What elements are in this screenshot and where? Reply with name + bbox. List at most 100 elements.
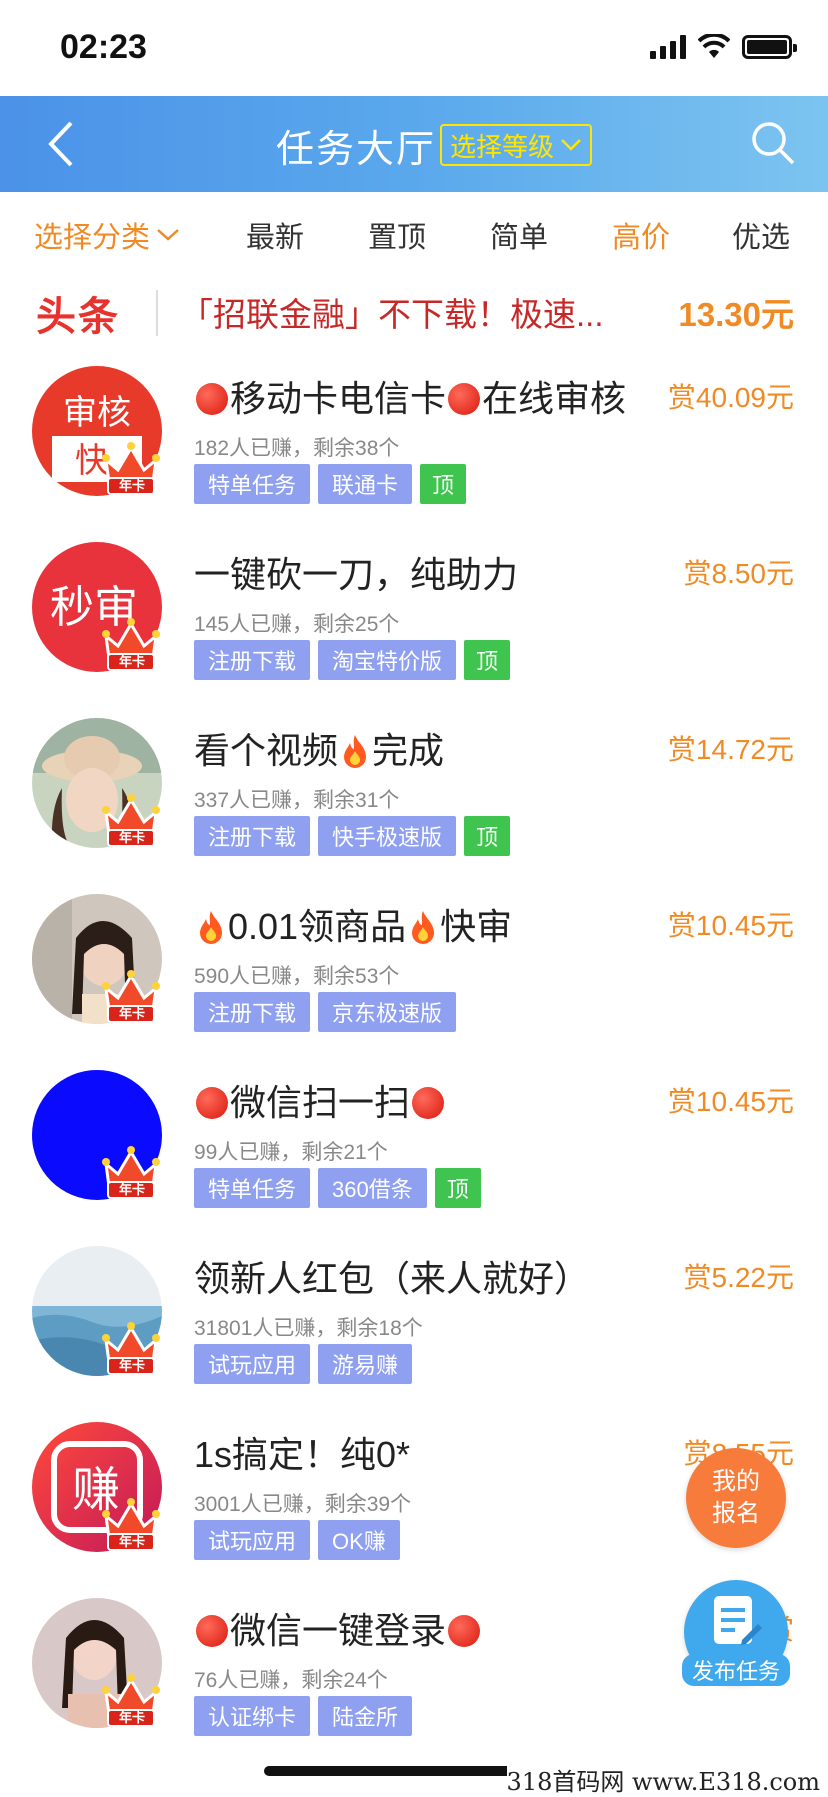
crown-badge-label: 年卡 xyxy=(118,478,145,493)
tab-pinned[interactable]: 置顶 xyxy=(368,214,426,256)
task-title: 一键砍一刀，纯助力 xyxy=(194,546,518,598)
task-item[interactable]: 年卡 0.01领商品 快审 赏10.45元 590人已赚，剩余53个注册下载 京东极速版 xyxy=(0,874,828,1050)
task-title-text: 领新人红包（来人就好） xyxy=(194,1258,591,1299)
task-reward: 赏40.09元 xyxy=(667,382,794,413)
task-title-text: 看个视频 xyxy=(194,730,339,771)
task-tag: 特单任务 xyxy=(194,1168,311,1208)
crown-badge-icon: 年卡 xyxy=(100,790,162,852)
task-reward: 赏10.45元 xyxy=(667,1086,794,1117)
document-edit-icon xyxy=(714,1596,762,1645)
task-tags: 试玩应用 OK赚 xyxy=(194,1520,400,1560)
task-title-text: 微信扫一扫 xyxy=(230,1082,411,1123)
crown-badge-icon: 年卡 xyxy=(100,438,162,500)
task-stats: 590人已赚，剩余53个 xyxy=(194,965,400,988)
publish-task-label: 发布任务 xyxy=(682,1654,790,1686)
red-dot-icon xyxy=(448,383,481,415)
tab-category-label: 选择分类 xyxy=(34,222,151,254)
tab-category[interactable]: 选择分类 xyxy=(34,214,180,256)
crown-badge-icon: 年卡 xyxy=(100,1318,162,1380)
pinned-badge: 顶 xyxy=(464,640,511,680)
task-tag: 京东极速版 xyxy=(318,992,457,1032)
task-title-text: 移动卡电信卡 xyxy=(230,378,447,419)
task-stats: 337人已赚，剩余31个 xyxy=(194,789,400,812)
headline-tag: 头条 xyxy=(36,295,120,339)
red-dot-icon xyxy=(196,1615,228,1647)
task-title: 看个视频 完成 xyxy=(194,722,444,774)
headline-text: 「招联金融」不下载！极速... xyxy=(180,296,604,333)
nav-bar: 任务大厅 选择等级 xyxy=(0,96,828,192)
task-tags: 注册下载 淘宝特价版顶 xyxy=(194,640,511,680)
chevron-down-icon xyxy=(561,139,581,151)
task-title-text: 微信一键登录 xyxy=(230,1610,447,1651)
task-title-text: 快审 xyxy=(440,906,513,947)
task-title: 0.01领商品 快审 xyxy=(194,898,512,950)
tab-high-price[interactable]: 高价 xyxy=(612,214,670,256)
crown-badge-icon: 年卡 xyxy=(100,966,162,1028)
task-title-text: 0.01领商品 xyxy=(228,906,407,947)
task-stats: 3001人已赚，剩余39个 xyxy=(194,1493,412,1516)
task-tag: OK赚 xyxy=(318,1520,400,1560)
search-icon[interactable] xyxy=(748,118,798,168)
my-signup-button[interactable]: 我的 报名 xyxy=(686,1448,786,1548)
crown-badge-label: 年卡 xyxy=(118,1358,145,1373)
task-item[interactable]: 秒审 年卡 一键砍一刀，纯助力 赏8.50元 145人已赚，剩余25个 注册下载 淘宝特价版… xyxy=(0,522,828,698)
task-stats: 145人已赚，剩余25个 xyxy=(194,613,400,636)
signal-icon xyxy=(650,35,686,59)
red-dot-icon xyxy=(196,1087,228,1119)
crown-badge-label: 年卡 xyxy=(118,830,145,845)
crown-badge-icon: 年卡 xyxy=(100,1142,162,1204)
task-reward: 赏10.45元 xyxy=(667,910,794,941)
crown-badge-label: 年卡 xyxy=(118,1182,145,1197)
task-tag: 360借条 xyxy=(318,1168,427,1208)
filter-tabs: 选择分类 最新 置顶 简单 高价 优选 xyxy=(0,192,828,276)
task-stats: 31801人已赚，剩余18个 xyxy=(194,1317,423,1340)
task-tag: 联通卡 xyxy=(318,464,413,504)
task-stats: 76人已赚，剩余24个 xyxy=(194,1669,388,1692)
crown-badge-icon: 年卡 xyxy=(100,614,162,676)
task-title: 微信一键登录 xyxy=(194,1602,482,1654)
task-title: 1s搞定！纯0* xyxy=(194,1426,410,1478)
red-dot-icon xyxy=(412,1087,445,1119)
crown-badge-label: 年卡 xyxy=(118,654,145,669)
task-tags: 注册下载 快手极速版顶 xyxy=(194,816,511,856)
wifi-icon xyxy=(698,34,730,58)
task-title: 微信扫一扫 xyxy=(194,1074,446,1126)
task-item[interactable]: 年卡 领新人红包（来人就好） 赏5.22元 31801人已赚，剩余18个试玩应用 游易赚 xyxy=(0,1226,828,1402)
fire-icon xyxy=(412,911,435,944)
task-reward: 赏14.72元 xyxy=(667,734,794,765)
select-grade-button[interactable]: 选择等级 xyxy=(440,124,593,166)
battery-icon xyxy=(742,35,797,59)
task-title-text: 在线审核 xyxy=(482,378,627,419)
task-reward: 赏8.50元 xyxy=(683,558,795,589)
task-tag: 认证绑卡 xyxy=(194,1696,311,1736)
task-tag: 快手极速版 xyxy=(318,816,457,856)
headline-price: 13.30元 xyxy=(678,296,794,333)
my-signup-line2: 报名 xyxy=(712,1500,760,1527)
task-tag: 试玩应用 xyxy=(194,1344,311,1384)
task-item[interactable]: 年卡 看个视频 完成 赏14.72元 337人已赚，剩余31个注册下载 快手极速版顶 xyxy=(0,698,828,874)
pinned-badge: 顶 xyxy=(434,1168,481,1208)
publish-task-button[interactable]: 发布任务 xyxy=(682,1580,790,1686)
back-button[interactable] xyxy=(30,114,90,174)
task-item[interactable]: 审核快年卡 移动卡电信卡 在线审核 赏40.09元 182人已赚，剩余38个 特单任务 联通… xyxy=(0,346,828,522)
task-tag: 淘宝特价版 xyxy=(318,640,457,680)
select-grade-label: 选择等级 xyxy=(450,131,555,162)
task-reward: 赏5.22元 xyxy=(683,1262,795,1293)
red-dot-icon xyxy=(448,1615,481,1647)
task-item[interactable]: 年卡 微信扫一扫 赏10.45元 99人已赚，剩余21个 特单任务 360借条顶 xyxy=(0,1050,828,1226)
status-bar: 02:23 xyxy=(0,0,828,96)
task-title: 移动卡电信卡 在线审核 xyxy=(194,370,626,422)
tab-preferred[interactable]: 优选 xyxy=(732,214,790,256)
divider xyxy=(156,290,158,336)
task-title: 领新人红包（来人就好） xyxy=(194,1250,590,1302)
pinned-badge: 顶 xyxy=(420,464,467,504)
headline-banner[interactable]: 头条 「招联金融」不下载！极速... 13.30元 xyxy=(0,276,828,346)
tab-newest[interactable]: 最新 xyxy=(246,214,304,256)
task-tags: 特单任务 360借条顶 xyxy=(194,1168,481,1208)
task-title-text: 1s搞定！纯0* xyxy=(194,1434,411,1475)
task-tags: 试玩应用 游易赚 xyxy=(194,1344,413,1384)
tab-simple[interactable]: 简单 xyxy=(490,214,548,256)
task-tags: 注册下载 京东极速版 xyxy=(194,992,457,1032)
chevron-down-icon xyxy=(157,229,179,241)
fire-icon xyxy=(200,911,222,944)
